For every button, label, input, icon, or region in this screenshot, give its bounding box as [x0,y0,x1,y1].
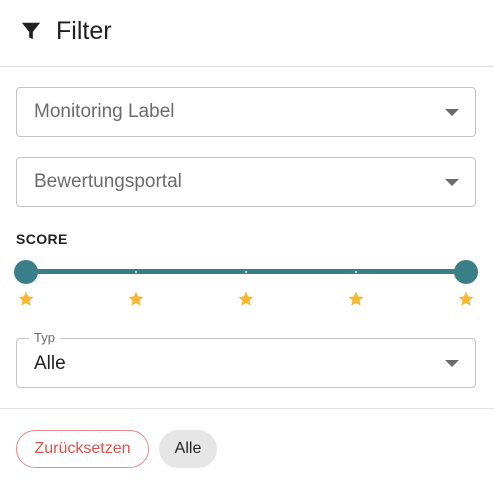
typ-select[interactable]: Typ Alle [16,330,476,388]
portal-placeholder: Bewertungsportal [34,171,182,192]
star-icon [128,291,144,306]
star-icon [458,291,474,306]
chevron-down-icon [445,109,459,116]
slider-mark [245,271,247,273]
star-icon [348,291,364,306]
reset-button[interactable]: Zurücksetzen [16,430,149,468]
slider-mark [355,271,357,273]
star-icon [18,291,34,306]
slider-mark [135,271,137,273]
score-label: SCORE [16,231,68,247]
star-icon [238,291,254,306]
chevron-down-icon [445,360,459,367]
monitoring-label-placeholder: Monitoring Label [34,101,175,122]
page-title: Filter [56,17,112,45]
score-slider[interactable] [14,258,480,308]
active-filter-chip[interactable]: Alle [159,430,217,468]
chevron-down-icon [445,179,459,186]
portal-select[interactable]: Bewertungsportal [16,157,476,207]
typ-value: Alle [34,353,66,374]
monitoring-label-select[interactable]: Monitoring Label [16,87,476,137]
filter-header: Filter [0,0,494,67]
filter-icon [21,22,41,40]
slider-thumb-min[interactable] [14,260,38,284]
divider [0,408,494,409]
slider-thumb-max[interactable] [454,260,478,284]
typ-label: Typ [29,330,60,346]
